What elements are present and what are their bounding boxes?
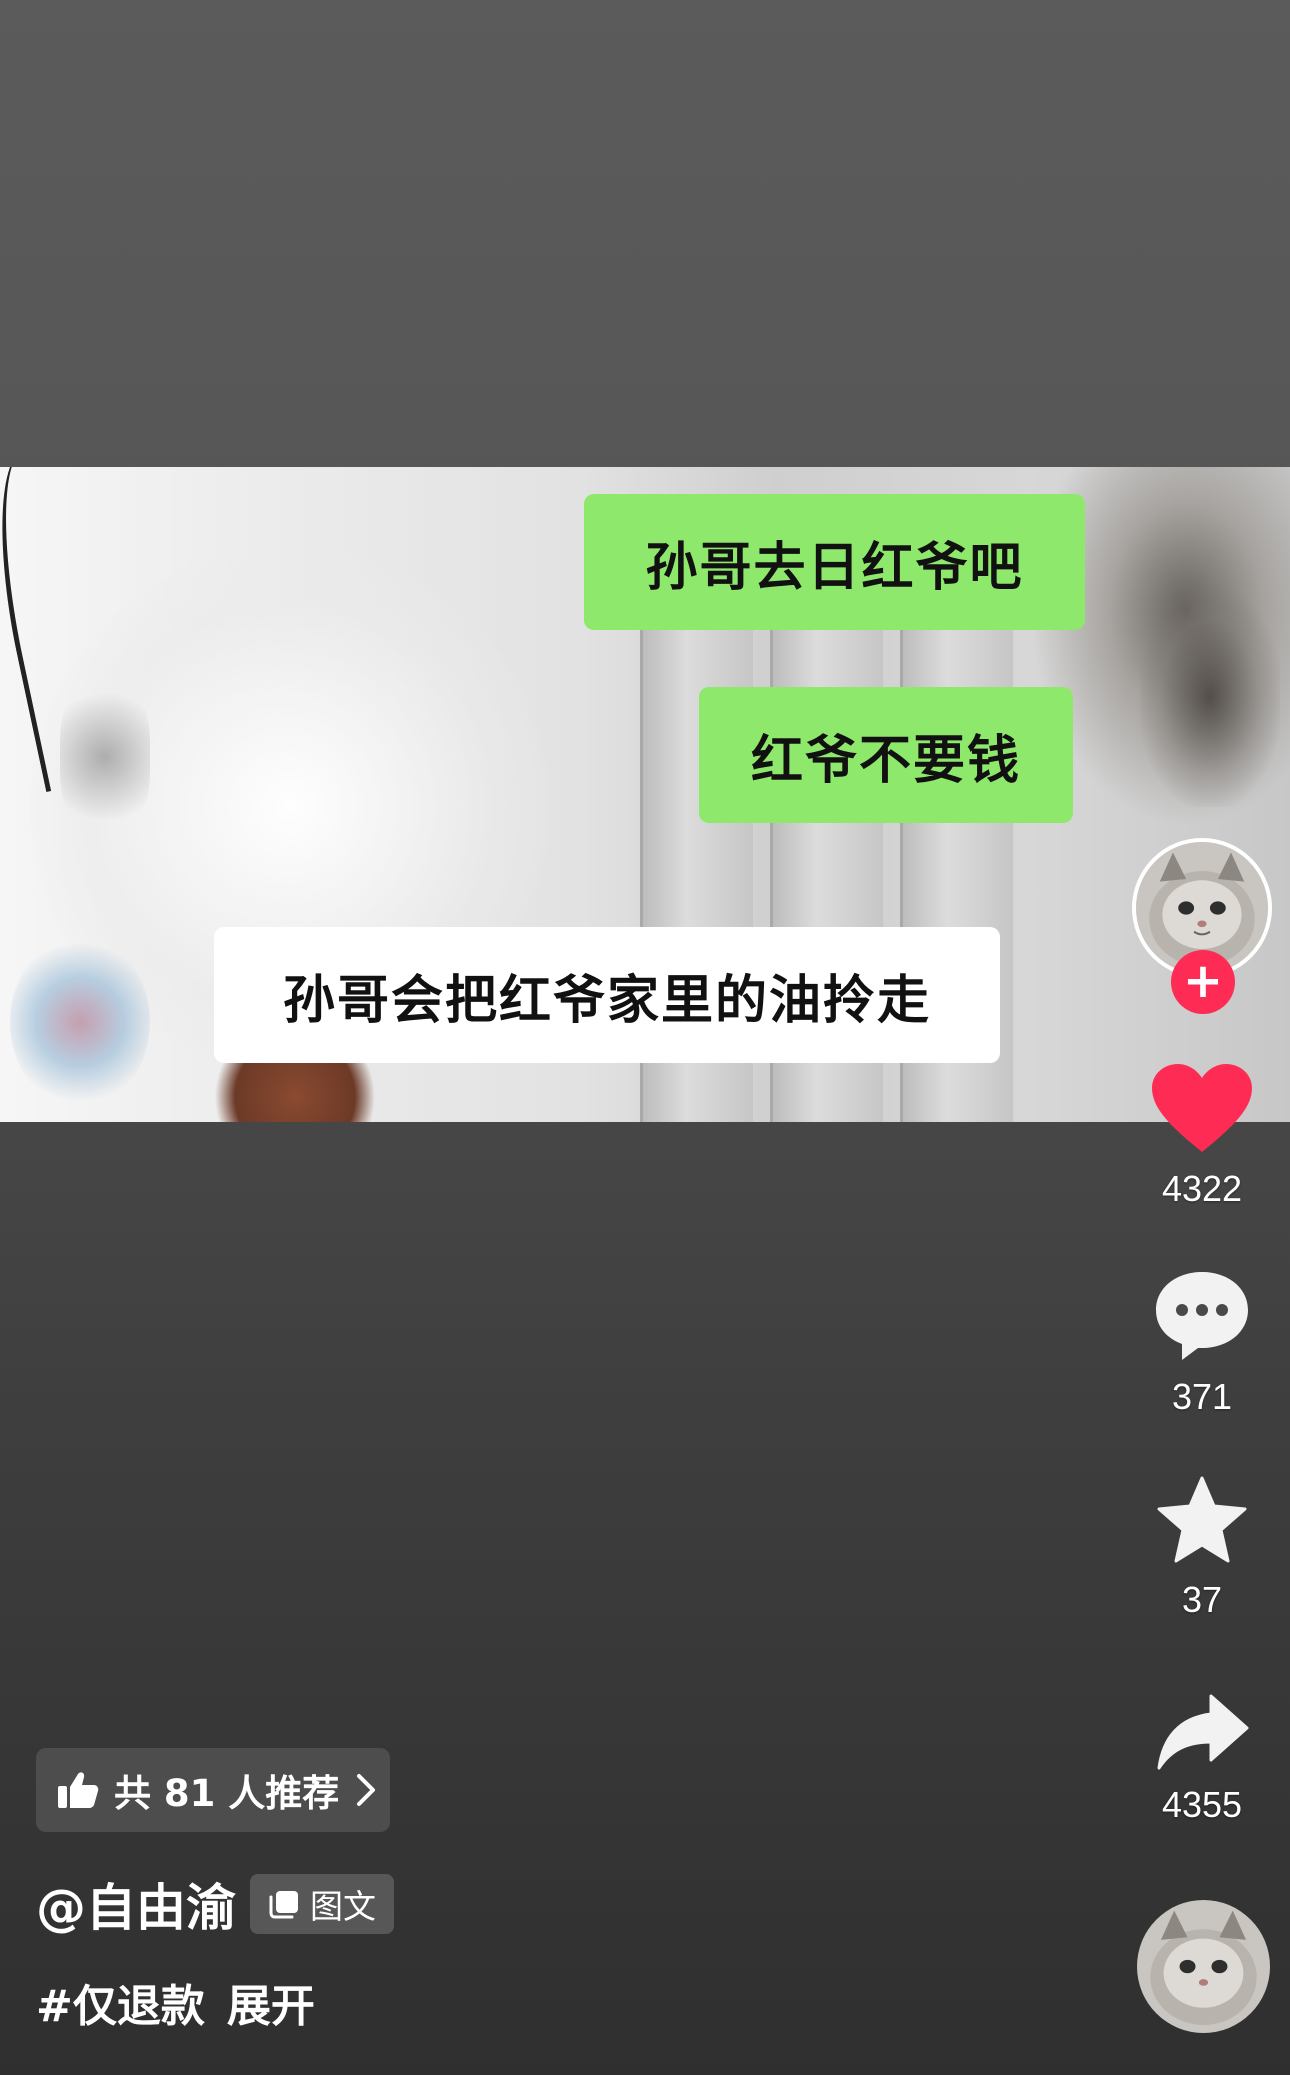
favorite-count: 37 (1181, 1579, 1223, 1620)
chevron-right-icon (357, 1774, 376, 1806)
chat-bubble: 红爷不要钱 (699, 687, 1073, 823)
blur-region (60, 677, 150, 837)
chat-bubble: 孙哥去日红爷吧 (584, 494, 1085, 630)
comment-count: 371 (1171, 1376, 1233, 1417)
share-button[interactable]: 4355 (1140, 1692, 1264, 1826)
thumbs-up-icon (58, 1772, 99, 1808)
hashtag-link[interactable]: #仅退款 (36, 1970, 205, 2034)
blur-region (10, 937, 150, 1107)
share-count: 4355 (1161, 1784, 1243, 1825)
like-button[interactable]: 4322 (1140, 1062, 1264, 1210)
recommend-label: 共 81 人推荐 (114, 1772, 340, 1815)
post-image[interactable]: 孙哥去日红爷吧 红爷不要钱 孙哥会把红爷家里的油拎走 (0, 467, 1290, 1122)
star-icon (1157, 1476, 1247, 1563)
comment-dots-icon (1156, 1272, 1248, 1360)
post-type-badge: 图文 (250, 1874, 394, 1934)
caption: #仅退款 展开 (36, 1972, 315, 2032)
chat-bubble: 孙哥会把红爷家里的油拎走 (214, 927, 1000, 1063)
comment-button[interactable]: 371 (1140, 1268, 1264, 1418)
image-stack-icon (269, 1891, 298, 1919)
author-row: @自由渝 图文 (36, 1872, 394, 1937)
author-handle[interactable]: @自由渝 (36, 1868, 236, 1940)
follow-button[interactable]: + (1171, 950, 1235, 1014)
expand-caption-button[interactable]: 展开 (227, 1970, 315, 2034)
blur-region (1140, 587, 1280, 807)
cat-avatar-icon (1137, 1900, 1270, 2033)
recommend-pill[interactable]: 共 81 人推荐 (36, 1748, 390, 1832)
like-count: 4322 (1161, 1168, 1243, 1209)
favorite-button[interactable]: 37 (1140, 1475, 1264, 1621)
post-type-label: 图文 (310, 1887, 376, 1926)
music-disc[interactable] (1137, 1900, 1270, 2033)
share-arrow-icon (1157, 1694, 1249, 1770)
heart-icon (1152, 1064, 1252, 1152)
